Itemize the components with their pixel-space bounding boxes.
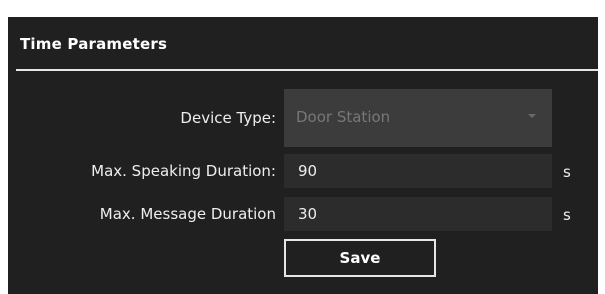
chevron-down-icon: [528, 114, 536, 118]
title-divider: [16, 69, 598, 71]
section-title: Time Parameters: [20, 35, 168, 53]
device-type-value: Door Station: [296, 108, 391, 126]
max-message-duration-input[interactable]: [284, 197, 552, 231]
time-parameters-panel: Time Parameters Device Type: Door Statio…: [8, 17, 598, 294]
save-button[interactable]: Save: [284, 239, 436, 277]
max-message-duration-label: Max. Message Duration: [99, 205, 276, 223]
max-speaking-duration-input[interactable]: [284, 154, 552, 188]
max-message-duration-unit: s: [563, 206, 571, 224]
device-type-label: Device Type:: [180, 109, 276, 127]
max-speaking-duration-unit: s: [563, 163, 571, 181]
max-speaking-duration-label: Max. Speaking Duration:: [91, 162, 276, 180]
device-type-select[interactable]: Door Station: [284, 89, 552, 147]
